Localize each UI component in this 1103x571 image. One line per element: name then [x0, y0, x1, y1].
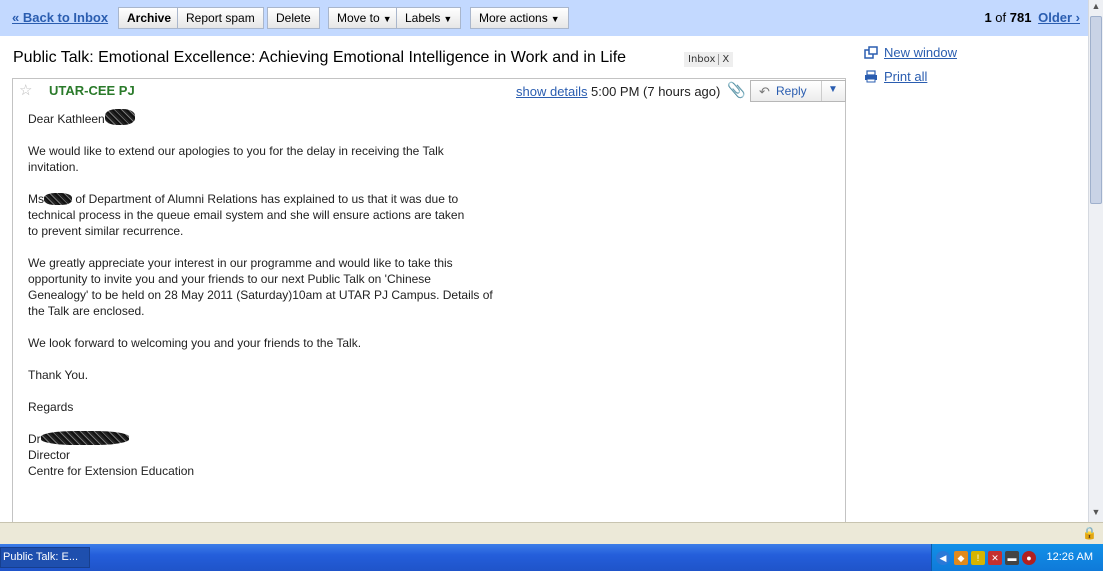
print-all-label: Print all [884, 69, 928, 84]
pager-total: 781 [1009, 10, 1032, 25]
antivirus-icon[interactable]: ● [1022, 551, 1036, 565]
move-to-button[interactable]: Move to ▼ [328, 7, 401, 29]
attachment-icon: 📎 [727, 82, 746, 99]
paragraph-2-text: of Department of Alumni Relations has ex… [28, 192, 465, 238]
remove-label-button[interactable]: X [718, 54, 730, 65]
star-icon[interactable]: ☆ [19, 81, 32, 99]
delete-button[interactable]: Delete [267, 7, 320, 29]
paragraph-2-prefix: Ms [28, 192, 44, 206]
more-actions-button[interactable]: More actions ▼ [470, 7, 569, 29]
system-clock: 12:26 AM [1046, 551, 1093, 563]
labels-button[interactable]: Labels ▼ [396, 7, 462, 29]
scroll-down-icon[interactable]: ▼ [1090, 507, 1102, 521]
reply-button[interactable]: ↶ Reply ▼ [750, 80, 846, 102]
paragraph-4: We look forward to welcoming you and you… [28, 336, 362, 350]
inbox-label-text: Inbox [688, 54, 716, 65]
tray-alert-icon[interactable]: ✕ [988, 551, 1002, 565]
message-body: Dear Kathleen We would like to extend ou… [28, 109, 548, 479]
paragraph-5: Thank You. [28, 368, 89, 382]
move-to-label: Move to [337, 11, 380, 25]
sender-name[interactable]: UTAR-CEE PJ [49, 83, 135, 98]
report-spam-button[interactable]: Report spam [177, 7, 264, 29]
signature-prefix: Dr [28, 432, 41, 446]
taskbar-window-button[interactable]: Public Talk: E... [0, 547, 90, 568]
signature-title: Director [28, 448, 71, 462]
tray-expand-icon[interactable]: ◀ [936, 551, 950, 565]
pager-current: 1 [984, 10, 992, 25]
show-details-link[interactable]: show details [516, 84, 588, 99]
reply-arrow-icon: ↶ [759, 84, 770, 99]
paragraph-2: Ms of Department of Alumni Relations has… [28, 191, 548, 239]
reply-label: Reply [776, 84, 807, 98]
redacted-name [44, 193, 72, 205]
signature-name-line: Dr [28, 431, 548, 447]
printer-icon [865, 70, 877, 83]
new-window-label: New window [884, 45, 957, 60]
paragraph-6: Regards [28, 400, 74, 414]
archive-button[interactable]: Archive [118, 7, 181, 29]
lock-icon: 🔒 [1082, 526, 1097, 540]
message-time: 5:00 PM (7 hours ago) [591, 84, 721, 99]
message-subject: Public Talk: Emotional Excellence: Achie… [13, 49, 627, 66]
scroll-up-icon[interactable]: ▲ [1090, 1, 1102, 15]
redacted-name [40, 431, 129, 445]
tray-monitor-icon[interactable]: ▬ [1005, 551, 1019, 565]
print-all-link[interactable]: Print all [864, 69, 927, 84]
greeting-line: Dear Kathleen [28, 109, 548, 127]
message-toolbar: « Back to Inbox Archive Report spam Dele… [0, 0, 1088, 36]
new-window-link[interactable]: New window [864, 45, 957, 60]
paragraph-3: We greatly appreciate your interest in o… [28, 256, 493, 318]
reply-options-icon[interactable]: ▼ [828, 84, 838, 95]
back-to-inbox-link[interactable]: « Back to Inbox [12, 10, 108, 25]
reply-divider [821, 81, 822, 101]
chevron-down-icon: ▼ [550, 14, 560, 24]
browser-status-bar: 🔒 [0, 522, 1103, 544]
vertical-scrollbar[interactable]: ▲ ▼ [1088, 0, 1103, 522]
inbox-label-chip: Inbox X [684, 52, 734, 67]
paragraph-1: We would like to extend our apologies to… [28, 144, 444, 174]
redacted-name [104, 109, 135, 125]
chevron-down-icon: ▼ [443, 14, 453, 24]
pager: 1 of 781 Older › [984, 10, 1080, 25]
scroll-thumb[interactable] [1090, 16, 1102, 204]
message-card: ☆ UTAR-CEE PJ show details 5:00 PM (7 ho… [12, 78, 846, 538]
security-shield-icon[interactable]: ! [971, 551, 985, 565]
more-actions-label: More actions [479, 11, 548, 25]
new-window-icon [864, 46, 878, 59]
older-link[interactable]: Older › [1038, 10, 1080, 25]
taskbar: Public Talk: E... ◀ ◆ ! ✕ ▬ ● 12:26 AM [0, 544, 1103, 571]
signature-org: Centre for Extension Education [28, 464, 195, 478]
pager-of: of [995, 10, 1007, 25]
labels-label: Labels [405, 11, 441, 25]
chevron-down-icon: ▼ [382, 14, 392, 24]
greeting-text: Dear Kathleen [28, 112, 105, 126]
system-tray: ◀ ◆ ! ✕ ▬ ● 12:26 AM [931, 544, 1103, 571]
tray-app-icon[interactable]: ◆ [954, 551, 968, 565]
